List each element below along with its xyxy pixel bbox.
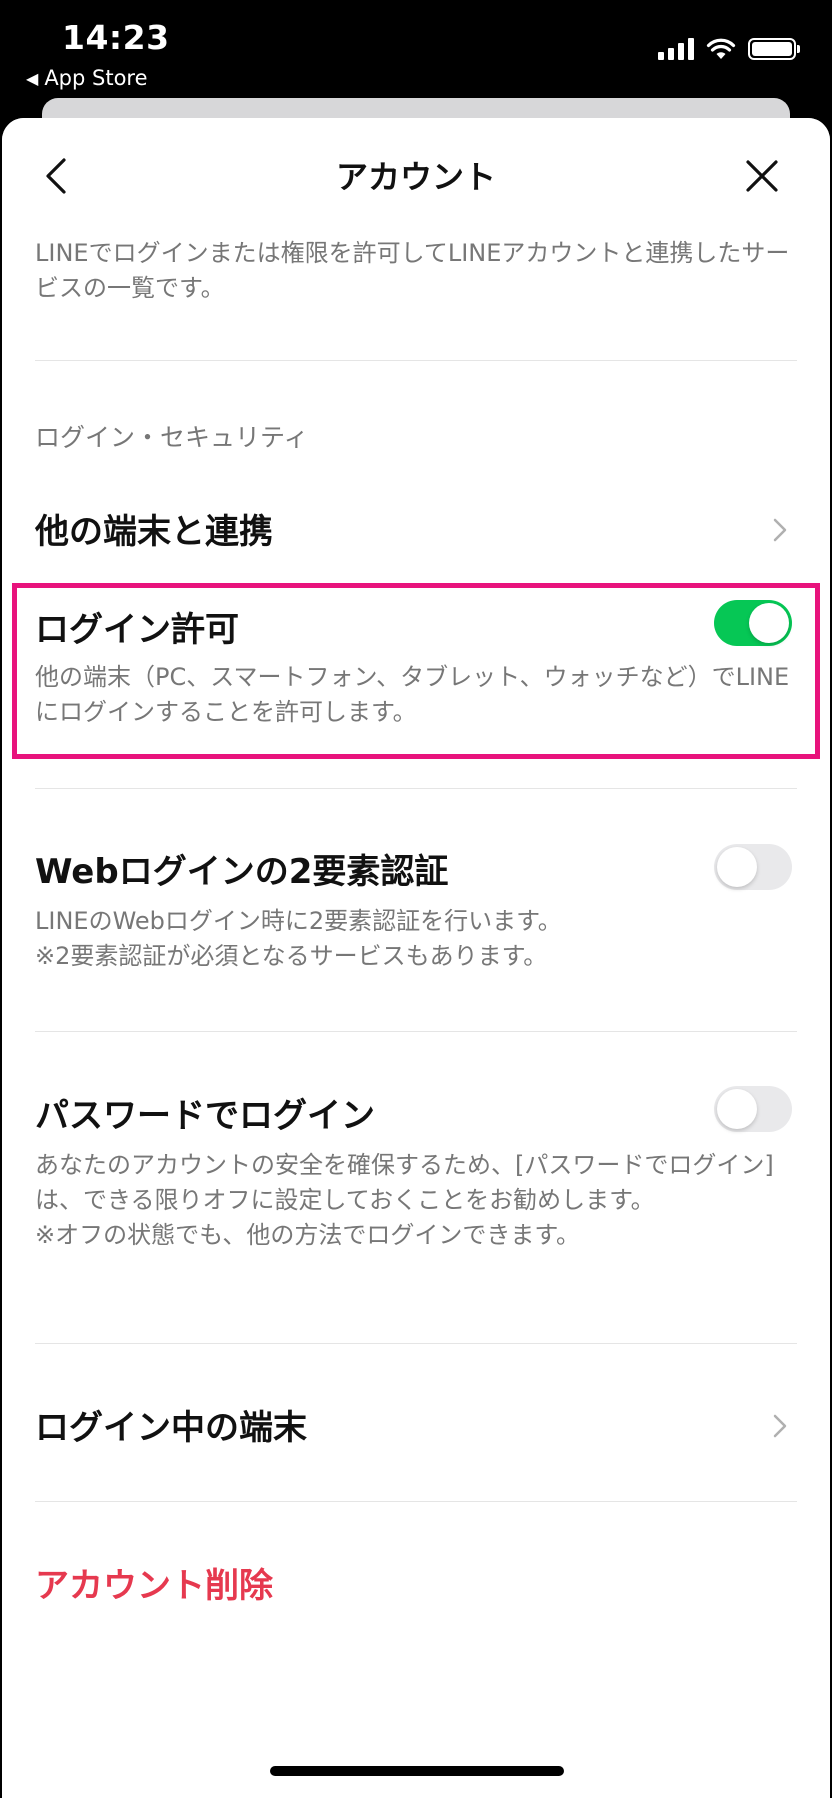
status-bar: 14:23 ◀ App Store	[0, 0, 832, 100]
divider	[35, 360, 797, 361]
divider	[35, 1501, 797, 1502]
chevron-right-icon	[773, 518, 787, 542]
cellular-signal-icon	[658, 38, 694, 60]
row-title: ログイン中の端末	[35, 1408, 307, 1448]
web-2fa-note: ※2要素認証が必須となるサービスもあります。	[35, 942, 548, 970]
toggle-knob	[717, 1089, 757, 1129]
row-title: 他の端末と連携	[35, 512, 273, 552]
nav-header: アカウント	[2, 118, 830, 238]
row-link-devices[interactable]: 他の端末と連携	[2, 488, 830, 568]
section-header-login-security: ログイン・セキュリティ	[35, 423, 309, 452]
allow-login-title: ログイン許可	[35, 610, 239, 650]
delete-account-link[interactable]: アカウント削除	[35, 1558, 273, 1607]
web-2fa-toggle[interactable]	[714, 844, 792, 890]
web-2fa-title: Webログインの2要素認証	[35, 852, 449, 892]
status-time: 14:23	[62, 18, 170, 57]
page-title: アカウント	[335, 158, 496, 196]
password-login-description: あなたのアカウントの安全を確保するため、[パスワードでログイン]は、できる限りオ…	[35, 1148, 795, 1253]
back-to-app-link[interactable]: ◀ App Store	[26, 66, 148, 90]
toggle-knob	[749, 603, 789, 643]
divider	[35, 1031, 797, 1032]
web-2fa-description: LINEのWebログイン時に2要素認証を行います。 ※2要素認証が必須となるサー…	[35, 904, 795, 974]
password-login-toggle[interactable]	[714, 1086, 792, 1132]
web-2fa-description-line: LINEのWebログイン時に2要素認証を行います。	[35, 907, 562, 935]
status-icons	[658, 38, 800, 60]
allow-login-toggle[interactable]	[714, 600, 792, 646]
divider	[35, 788, 797, 789]
password-login-note: ※オフの状態でも、他の方法でログインできます。	[35, 1221, 580, 1249]
allow-login-description: 他の端末（PC、スマートフォン、タブレット、ウォッチなど）でLINEにログインす…	[35, 663, 790, 726]
linked-services-description: LINEでログインまたは権限を許可してLINEアカウントと連携したサービスの一覧…	[35, 239, 790, 302]
close-icon[interactable]	[742, 156, 782, 196]
divider	[35, 1343, 797, 1344]
wifi-icon	[706, 38, 736, 59]
row-logged-in-devices[interactable]: ログイン中の端末	[2, 1370, 830, 1470]
password-login-description-line: あなたのアカウントの安全を確保するため、[パスワードでログイン]は、できる限りオ…	[35, 1151, 774, 1214]
battery-icon	[748, 38, 800, 60]
chevron-right-icon	[773, 1414, 787, 1438]
toggle-knob	[717, 847, 757, 887]
account-settings-sheet: LINEでログインまたは権限を許可してLINEアカウントと連携したサービスの一覧…	[2, 118, 830, 1798]
back-triangle-icon: ◀	[26, 68, 39, 88]
home-indicator	[270, 1766, 564, 1776]
back-app-label: App Store	[44, 66, 148, 90]
password-login-title: パスワードでログイン	[35, 1096, 375, 1136]
